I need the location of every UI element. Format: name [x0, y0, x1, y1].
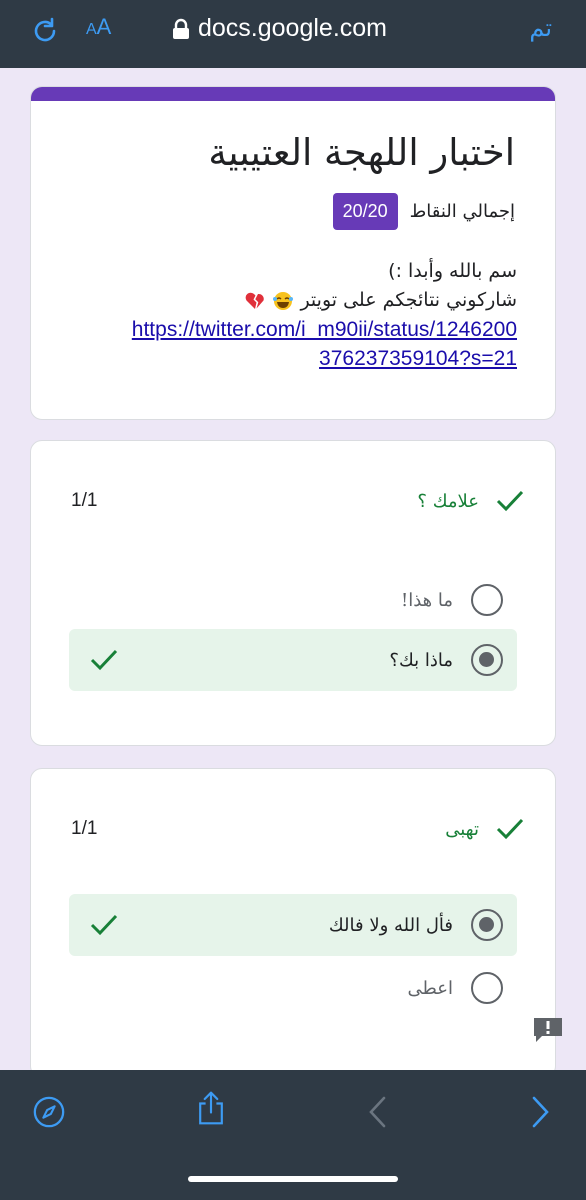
done-button[interactable]: تم	[529, 14, 552, 42]
description-line-2: شاركوني نتائجكم على تويتر	[300, 289, 517, 311]
text-size-button[interactable]: AA	[86, 14, 111, 40]
question-title: تهبى	[445, 818, 479, 840]
address-bar[interactable]: docs.google.com	[172, 14, 387, 43]
url-text: docs.google.com	[198, 14, 388, 42]
question-card-1: علامك ؟ 1/1 ما هذا! ماذا بك؟	[30, 440, 556, 746]
home-indicator	[188, 1176, 398, 1182]
answer-option-content: ماذا بك؟	[389, 644, 503, 676]
radio-button-selected[interactable]	[471, 909, 503, 941]
question-header: علامك ؟ 1/1	[71, 485, 525, 517]
total-points-row: إجمالي النقاط 20/20	[332, 193, 515, 230]
check-icon	[496, 490, 524, 512]
text-size-small-a: A	[86, 21, 97, 38]
answer-option-correct[interactable]: فأل الله ولا فالك	[69, 894, 517, 956]
share-icon[interactable]	[194, 1090, 228, 1126]
question-title: علامك ؟	[417, 490, 479, 512]
answer-option-label: اعطى	[407, 977, 453, 999]
answer-option-label: ماذا بك؟	[389, 649, 453, 671]
question-score: 1/1	[71, 490, 98, 511]
radio-button-unselected[interactable]	[471, 584, 503, 616]
description-line-2-row: شاركوني نتائجكم على تويتر	[132, 286, 517, 315]
chevron-left-icon[interactable]	[362, 1094, 396, 1130]
header-accent-bar	[31, 87, 555, 101]
total-points-label: إجمالي النقاط	[409, 201, 515, 222]
question-title-group: تهبى	[445, 816, 525, 842]
compass-icon[interactable]	[32, 1094, 66, 1130]
broken-heart-icon	[245, 292, 265, 309]
answer-option-correct[interactable]: ماذا بك؟	[69, 629, 517, 691]
radio-button-selected[interactable]	[471, 644, 503, 676]
answer-option-content: فأل الله ولا فالك	[329, 909, 503, 941]
check-icon	[90, 914, 118, 936]
twitter-link-line-1: https://twitter.com/i_m90ii/status/12462…	[131, 318, 517, 341]
twitter-link[interactable]: https://twitter.com/i_m90ii/status/12462…	[132, 315, 517, 373]
form-description: سم بالله وأبدا :) شاركوني نتائجكم على تو…	[132, 257, 517, 373]
feedback-icon[interactable]	[532, 1016, 564, 1044]
refresh-icon[interactable]	[30, 16, 60, 46]
description-line-1: سم بالله وأبدا :)	[388, 260, 517, 282]
answer-option-label: ما هذا!	[400, 589, 453, 611]
question-header: تهبى 1/1	[71, 813, 525, 845]
form-header-card: اختبار اللهجة العتيبية إجمالي النقاط 20/…	[30, 86, 556, 420]
chevron-right-icon[interactable]	[522, 1094, 556, 1130]
answer-option[interactable]: اعطى	[69, 957, 517, 1019]
answer-option-content: ما هذا!	[401, 584, 503, 616]
total-points-badge: 20/20	[332, 193, 398, 230]
text-size-large-a: A	[96, 14, 112, 39]
answer-option-content: اعطى	[407, 972, 503, 1004]
laughing-emoji-icon	[273, 291, 294, 310]
radio-button-unselected[interactable]	[471, 972, 503, 1004]
check-icon	[496, 818, 524, 840]
question-score: 1/1	[71, 818, 98, 839]
question-card-2: تهبى 1/1 فأل الله ولا فالك اعطى	[30, 768, 556, 1078]
lock-icon	[173, 18, 189, 39]
form-title: اختبار اللهجة العتيبية	[208, 131, 515, 174]
browser-top-bar: AA docs.google.com تم	[0, 0, 586, 68]
answer-option-label: فأل الله ولا فالك	[328, 914, 453, 936]
answer-option[interactable]: ما هذا!	[69, 569, 517, 631]
question-title-group: علامك ؟	[417, 488, 525, 514]
twitter-link-line-2: 376237359104?s=21	[319, 347, 517, 370]
check-icon	[90, 649, 118, 671]
